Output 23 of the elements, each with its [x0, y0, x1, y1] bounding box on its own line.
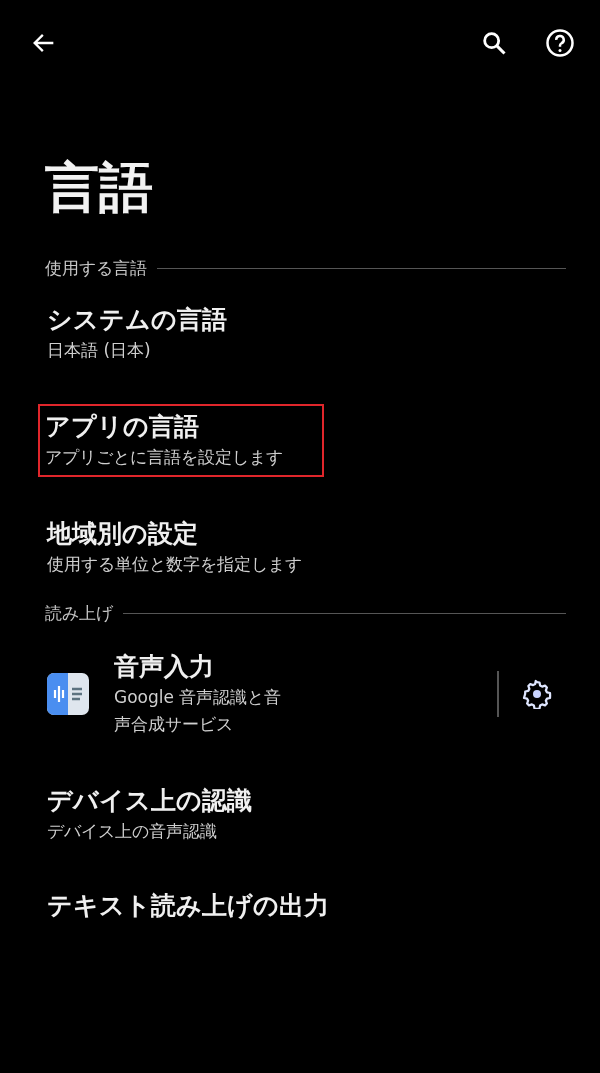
page-title: 言語 [45, 158, 154, 218]
help-icon[interactable] [545, 28, 575, 58]
section-heading: 使用する言語 [45, 256, 147, 280]
settings-item[interactable]: 地域別の設定 使用する単位と数字を指定します [38, 495, 566, 601]
search-icon[interactable] [480, 29, 508, 57]
item-subtitle: 日本語 (日本) [47, 339, 152, 363]
settings-item[interactable]: デバイス上の認識 デバイス上の音声認識 [38, 762, 566, 868]
item-title: アプリの言語 [45, 411, 200, 444]
item-subtitle: アプリごとに言語を設定します [45, 446, 284, 470]
settings-item[interactable]: 音声入力 Google 音声認識と音声合成サービス [38, 626, 572, 763]
settings-item[interactable]: テキスト読み上げの出力 [38, 867, 566, 946]
item-title: デバイス上の認識 [47, 785, 253, 818]
item-title: テキスト読み上げの出力 [47, 890, 330, 923]
item-title: 地域別の設定 [47, 518, 199, 551]
item-subtitle: Google 音声認識と音声合成サービス [114, 686, 283, 737]
voice-app-icon [47, 673, 89, 716]
settings-item[interactable]: アプリの言語 アプリごとに言語を設定します [38, 404, 324, 478]
section-heading: 読み上げ [45, 601, 113, 625]
item-title: 音声入力 [114, 651, 215, 684]
item-subtitle: 使用する単位と数字を指定します [47, 553, 303, 577]
settings-item[interactable]: システムの言語 日本語 (日本) [38, 281, 566, 387]
item-title: システムの言語 [47, 304, 228, 337]
item-subtitle: デバイス上の音声認識 [47, 820, 218, 844]
